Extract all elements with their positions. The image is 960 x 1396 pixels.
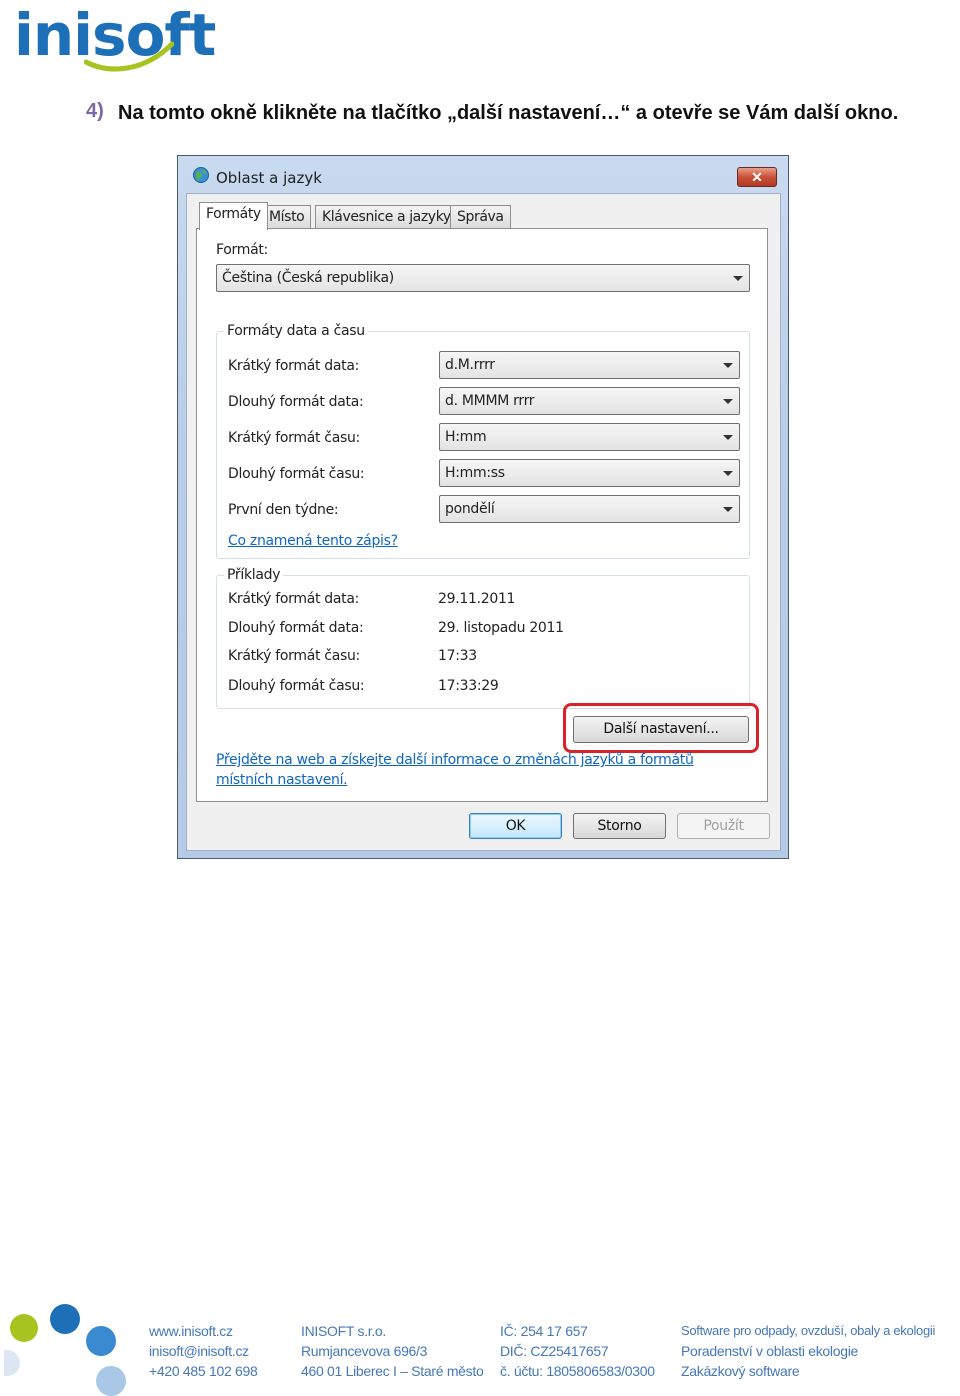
footer-dot-green <box>10 1314 38 1342</box>
short-date-label: Krátký formát data: <box>228 358 360 374</box>
globe-icon <box>193 167 209 183</box>
window-title: Oblast a jazyk <box>216 169 322 187</box>
footer-dic: DIČ: CZ25417657 <box>500 1343 609 1359</box>
short-time-select[interactable]: H:mm <box>439 423 740 451</box>
logo-swoosh-icon <box>84 41 174 72</box>
example-short-time-value: 17:33 <box>438 648 477 664</box>
chevron-down-icon <box>723 399 733 404</box>
cancel-button[interactable]: Storno <box>573 813 666 839</box>
footer-dot-blue-medium <box>86 1326 116 1356</box>
short-time-label: Krátký formát času: <box>228 430 360 446</box>
chevron-down-icon <box>733 276 743 281</box>
notation-help-link[interactable]: Co znamená tento zápis? <box>228 533 398 549</box>
example-long-time-label: Dlouhý formát času: <box>228 678 365 694</box>
close-button[interactable]: ✕ <box>737 167 777 187</box>
example-short-date-value: 29.11.2011 <box>438 591 516 607</box>
footer-dot-light-blue <box>96 1366 126 1396</box>
example-short-time-label: Krátký formát času: <box>228 648 360 664</box>
first-day-label: První den týdne: <box>228 502 339 518</box>
short-date-value: d.M.rrrr <box>445 357 495 373</box>
step-instruction: Na tomto okně klikněte na tlačítko „dalš… <box>118 102 899 124</box>
step-number: 4) <box>86 100 104 122</box>
first-day-value: pondělí <box>445 501 495 517</box>
tab-location[interactable]: Místo <box>262 205 312 229</box>
long-date-value: d. MMMM rrrr <box>445 393 535 409</box>
example-short-date-label: Krátký formát data: <box>228 591 360 607</box>
chevron-down-icon <box>723 471 733 476</box>
date-time-formats-title: Formáty data a času <box>224 323 368 339</box>
footer-company: INISOFT s.r.o. <box>301 1323 387 1339</box>
highlight-annotation <box>563 703 759 753</box>
footer-phone: +420 485 102 698 <box>149 1363 258 1379</box>
first-day-select[interactable]: pondělí <box>439 495 740 523</box>
chevron-down-icon <box>723 507 733 512</box>
example-long-date-label: Dlouhý formát data: <box>228 620 364 636</box>
chevron-down-icon <box>723 363 733 368</box>
footer-web[interactable]: www.inisoft.cz <box>149 1323 233 1339</box>
footer-service-1: Software pro odpady, ovzduší, obaly a ek… <box>681 1323 936 1338</box>
tab-keyboards-languages[interactable]: Klávesnice a jazyky <box>315 205 458 229</box>
apply-button[interactable]: Použít <box>677 813 770 839</box>
footer-email[interactable]: inisoft@inisoft.cz <box>149 1343 249 1359</box>
short-time-value: H:mm <box>445 429 487 445</box>
long-date-label: Dlouhý formát data: <box>228 394 364 410</box>
long-date-select[interactable]: d. MMMM rrrr <box>439 387 740 415</box>
example-long-date-value: 29. listopadu 2011 <box>438 620 564 636</box>
long-time-select[interactable]: H:mm:ss <box>439 459 740 487</box>
web-info-link-cont[interactable]: místních nastavení. <box>216 772 348 788</box>
long-time-value: H:mm:ss <box>445 465 505 481</box>
long-time-label: Dlouhý formát času: <box>228 466 365 482</box>
format-select-value: Čeština (Česká republika) <box>222 270 394 286</box>
web-info-link[interactable]: Přejděte na web a získejte další informa… <box>216 752 694 768</box>
footer-service-3: Zakázkový software <box>681 1363 800 1379</box>
footer-street: Rumjancevova 696/3 <box>301 1343 428 1359</box>
short-date-select[interactable]: d.M.rrrr <box>439 351 740 379</box>
footer-dot-blue-large <box>50 1304 80 1334</box>
ok-button[interactable]: OK <box>469 813 562 839</box>
footer-city: 460 01 Liberec I – Staré město <box>301 1363 484 1379</box>
examples-title: Příklady <box>224 567 284 583</box>
format-select[interactable]: Čeština (Česká republika) <box>216 264 750 292</box>
footer-ic: IČ: 254 17 657 <box>500 1323 588 1339</box>
tab-formats[interactable]: Formáty <box>199 202 268 230</box>
footer-dot-pale <box>4 1350 20 1376</box>
footer-service-2: Poradenství v oblasti ekologie <box>681 1343 858 1359</box>
format-label: Formát: <box>216 242 268 258</box>
tab-administration[interactable]: Správa <box>450 205 511 229</box>
example-long-time-value: 17:33:29 <box>438 678 499 694</box>
chevron-down-icon <box>723 435 733 440</box>
footer-account: č. účtu: 1805806583/0300 <box>500 1363 655 1379</box>
